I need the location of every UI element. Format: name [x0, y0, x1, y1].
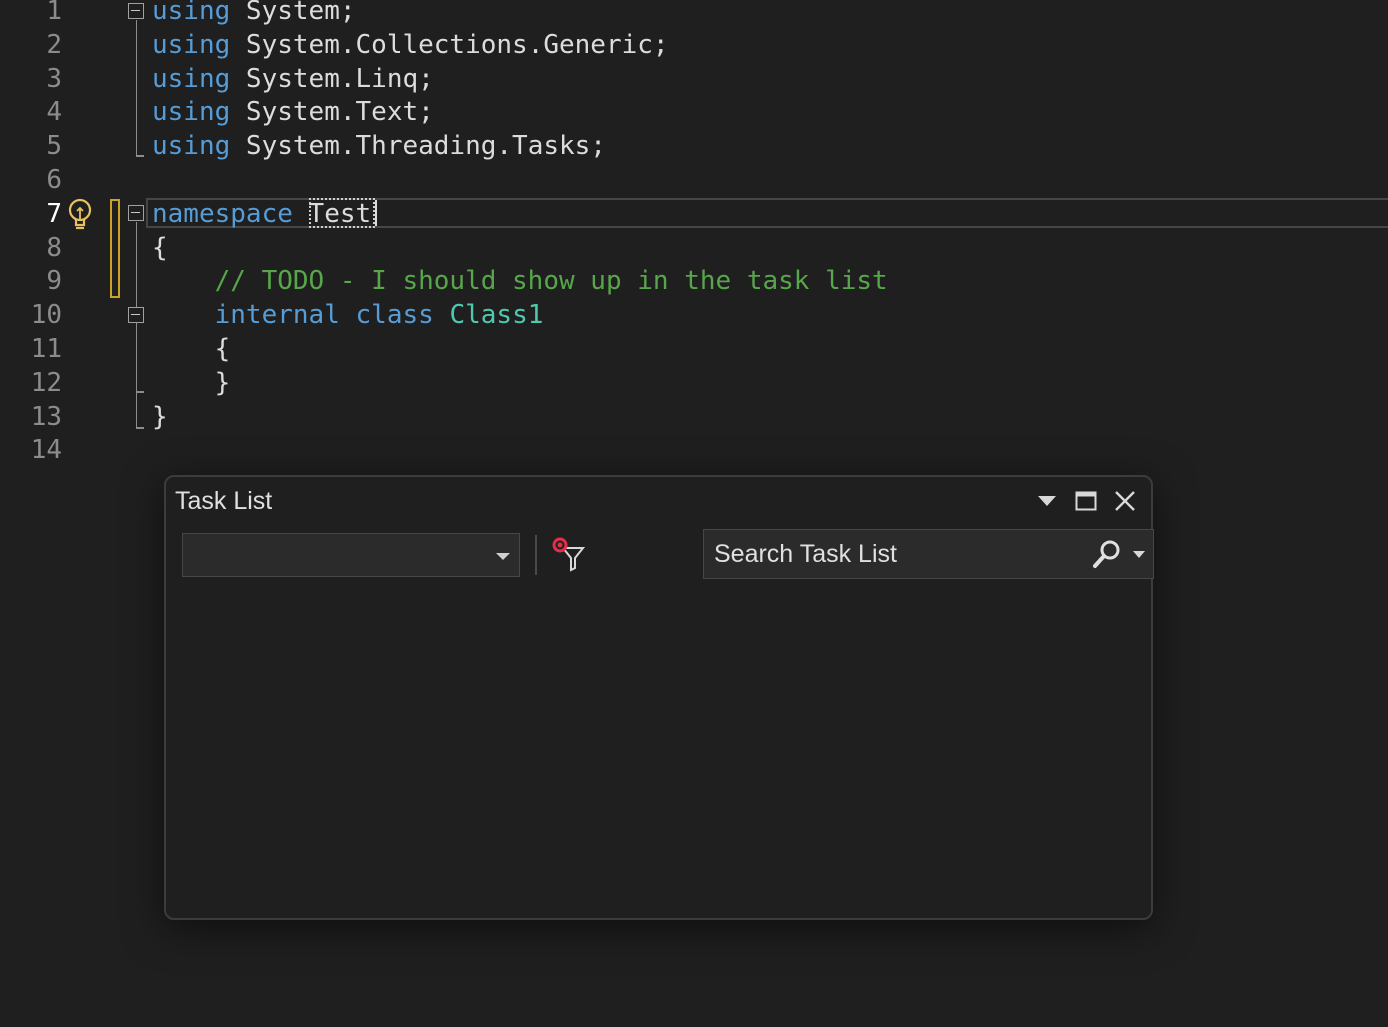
code-line[interactable]: 9 // TODO - I should show up in the task…: [0, 264, 1388, 298]
line-number: 5: [46, 131, 62, 162]
rename-highlight: [309, 198, 375, 228]
code-token: System.Linq;: [230, 63, 434, 94]
line-number: 3: [46, 63, 62, 94]
fold-toggle-usings[interactable]: [128, 3, 144, 19]
code-text: }: [152, 400, 168, 434]
code-text: }: [152, 366, 231, 400]
fold-guide-class: [135, 324, 137, 392]
line-number: 9: [46, 266, 62, 297]
line-number: 4: [46, 97, 62, 128]
text-caret: [375, 200, 377, 226]
unsaved-change-marker: [110, 199, 120, 298]
code-line[interactable]: 3 using System.Linq;: [0, 62, 1388, 96]
code-token: {: [152, 334, 231, 364]
code-token: System.Collections.Generic;: [230, 29, 669, 60]
code-line[interactable]: 14: [0, 433, 1388, 467]
search-placeholder: Search Task List: [714, 540, 897, 568]
code-text: using System.Collections.Generic;: [152, 28, 669, 62]
code-line[interactable]: 8{: [0, 231, 1388, 265]
code-token: {: [152, 232, 168, 263]
chevron-down-icon[interactable]: [1032, 485, 1062, 517]
fold-guide-usings: [135, 20, 137, 156]
line-number: 11: [30, 334, 62, 364]
line-number: 8: [46, 232, 62, 263]
code-token: internal: [214, 300, 340, 331]
code-token: using: [152, 63, 231, 94]
chevron-down-icon: [495, 549, 511, 563]
chevron-down-icon[interactable]: [1131, 547, 1147, 559]
line-number: 14: [30, 435, 62, 466]
code-line[interactable]: 6: [0, 163, 1388, 197]
line-number: 6: [46, 165, 62, 195]
code-line[interactable]: 13}: [0, 400, 1388, 434]
code-token: using: [152, 131, 231, 162]
line-number: 1: [46, 0, 62, 26]
code-text: // TODO - I should show up in the task l…: [152, 264, 888, 298]
code-text: using System;: [152, 0, 356, 28]
task-list-window[interactable]: Task List Search Task List: [164, 475, 1154, 920]
clear-filter-icon[interactable]: [551, 537, 587, 573]
code-text: using System.Threading.Tasks;: [152, 129, 606, 163]
fold-guide-usings-end: [135, 155, 144, 157]
code-token: }: [152, 367, 231, 398]
code-text: using System.Linq;: [152, 62, 434, 96]
lightbulb-icon[interactable]: [66, 197, 94, 233]
code-token: System;: [230, 0, 356, 26]
code-token: using: [152, 29, 231, 60]
code-line[interactable]: 12 }: [0, 366, 1388, 400]
code-token: System.Threading.Tasks;: [230, 131, 606, 162]
code-token: using: [152, 97, 231, 128]
code-token: Class1: [449, 300, 544, 331]
code-token: namespace: [152, 198, 293, 229]
code-text: internal class Class1: [152, 298, 544, 332]
line-number: 2: [46, 29, 62, 60]
task-list-title: Task List: [175, 487, 273, 515]
close-icon[interactable]: [1110, 485, 1140, 517]
line-number: 12: [30, 367, 62, 398]
code-token: using: [152, 0, 231, 26]
code-line[interactable]: 10 internal class Class1: [0, 298, 1388, 332]
task-scope-dropdown[interactable]: [182, 533, 520, 577]
toolbar-separator: [535, 535, 537, 575]
code-line[interactable]: 7 namespace Test: [0, 197, 1388, 231]
code-token: // TODO - I should show up in the task l…: [152, 266, 888, 297]
fold-toggle-class[interactable]: [128, 307, 144, 323]
fold-guide-class-end: [135, 391, 144, 393]
code-token: class: [355, 300, 434, 331]
code-text: {: [152, 231, 168, 265]
line-number: 10: [30, 300, 62, 331]
fold-toggle-namespace[interactable]: [128, 205, 144, 221]
code-token: }: [152, 401, 168, 432]
line-number: 13: [30, 401, 62, 432]
line-number: 7: [46, 198, 62, 229]
code-text: using System.Text;: [152, 95, 434, 129]
code-line[interactable]: 5 using System.Threading.Tasks;: [0, 129, 1388, 163]
code-line[interactable]: 11 {: [0, 332, 1388, 366]
fold-guide-namespace-end: [135, 427, 144, 429]
code-line[interactable]: 2 using System.Collections.Generic;: [0, 28, 1388, 62]
code-text: {: [152, 332, 231, 366]
code-line[interactable]: 1 using System;: [0, 0, 1388, 28]
code-token: System.Text;: [230, 97, 434, 128]
search-input[interactable]: Search Task List: [703, 529, 1154, 579]
code-line[interactable]: 4 using System.Text;: [0, 95, 1388, 129]
maximize-icon[interactable]: [1071, 485, 1101, 517]
search-icon[interactable]: [1091, 538, 1123, 570]
